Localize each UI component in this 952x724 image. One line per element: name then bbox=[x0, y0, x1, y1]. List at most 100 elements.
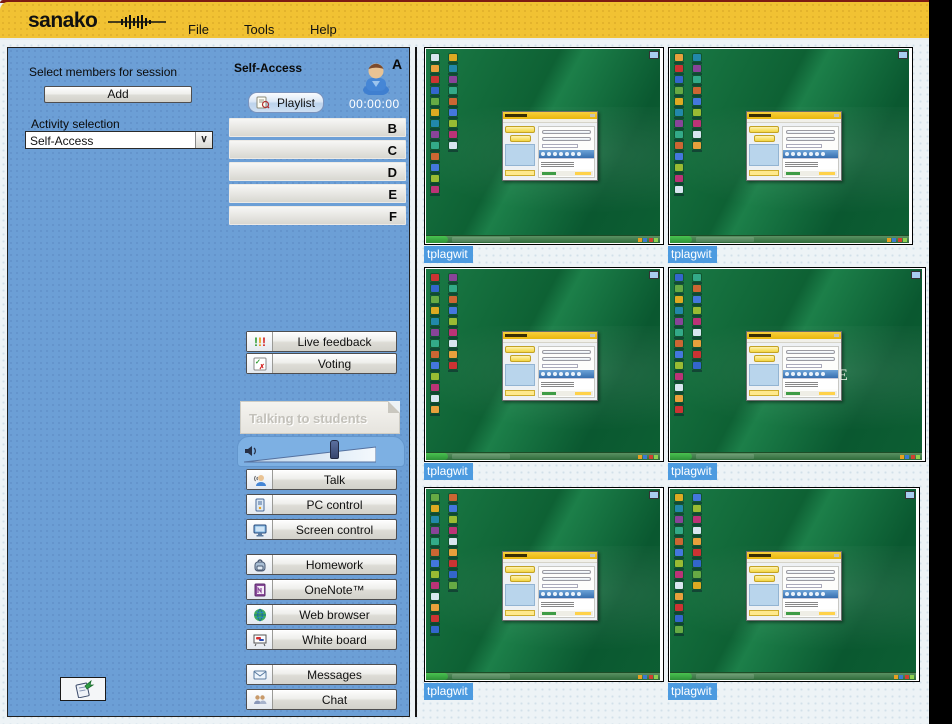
selection-indicator[interactable] bbox=[905, 491, 915, 499]
student-screen-thumbnail[interactable]: E bbox=[668, 267, 926, 462]
student-name-label[interactable]: tplagwit bbox=[424, 246, 473, 263]
session-row-b[interactable]: B bbox=[229, 118, 406, 137]
student-desktop: E bbox=[670, 269, 922, 460]
start-button-mini bbox=[670, 453, 692, 460]
playlist-label: Playlist bbox=[277, 96, 315, 110]
playlist-button[interactable]: Playlist bbox=[248, 92, 324, 113]
session-row-d[interactable]: D bbox=[229, 162, 406, 181]
svg-text:!: ! bbox=[262, 335, 266, 349]
start-button-mini bbox=[426, 673, 448, 680]
menu-tools[interactable]: Tools bbox=[244, 22, 274, 37]
selection-indicator[interactable] bbox=[649, 271, 659, 279]
student-desktop bbox=[426, 269, 660, 460]
desktop-icons-column bbox=[693, 54, 701, 149]
desktop-icons-column bbox=[693, 274, 701, 369]
student-screen-cell: tplagwit bbox=[668, 47, 913, 263]
session-timer: 00:00:00 bbox=[349, 97, 400, 111]
student-screen-thumbnail[interactable] bbox=[424, 47, 664, 245]
student-screen-cell: tplagwit bbox=[424, 267, 664, 480]
mini-window-titlebar bbox=[747, 112, 841, 119]
mini-taskbar bbox=[426, 235, 660, 243]
volume-slider-thumb[interactable] bbox=[330, 440, 339, 459]
student-screen-cell: tplagwit bbox=[424, 487, 664, 700]
envelope-icon bbox=[253, 668, 267, 682]
student-name-label[interactable]: tplagwit bbox=[668, 463, 717, 480]
menu-file[interactable]: File bbox=[188, 22, 209, 37]
talk-button[interactable]: Talk bbox=[246, 469, 397, 490]
student-app-window bbox=[746, 111, 842, 181]
mini-window-titlebar bbox=[503, 552, 597, 559]
whiteboard-icon bbox=[253, 633, 267, 647]
session-row-e[interactable]: E bbox=[229, 184, 406, 203]
mini-window-menubar bbox=[503, 559, 597, 563]
student-name-label[interactable]: tplagwit bbox=[668, 683, 717, 700]
mini-window-recorder-pane bbox=[538, 126, 595, 178]
desktop-icons-column bbox=[675, 274, 683, 413]
session-row-c[interactable]: C bbox=[229, 140, 406, 159]
selection-indicator[interactable] bbox=[649, 51, 659, 59]
screen-control-button[interactable]: Screen control bbox=[246, 519, 397, 540]
desktop-icons-column bbox=[675, 54, 683, 193]
chat-button[interactable]: Chat bbox=[246, 689, 397, 710]
activity-dropdown[interactable]: Self-Access ∨ bbox=[25, 131, 213, 149]
homework-button[interactable]: Homework bbox=[246, 554, 397, 575]
student-avatar-icon[interactable] bbox=[358, 61, 394, 95]
start-button-mini bbox=[670, 673, 692, 680]
talk-icon bbox=[253, 473, 267, 487]
system-tray-mini bbox=[638, 675, 659, 679]
volume-track[interactable] bbox=[244, 445, 376, 464]
web-browser-button[interactable]: Web browser bbox=[246, 604, 397, 625]
session-row-f[interactable]: F bbox=[229, 206, 406, 225]
mini-window-menubar bbox=[503, 339, 597, 343]
student-desktop bbox=[670, 49, 909, 243]
talking-status-pad: Talking to students bbox=[240, 401, 400, 434]
chevron-down-icon[interactable]: ∨ bbox=[195, 132, 212, 148]
student-screen-cell: tplagwit bbox=[424, 47, 664, 263]
messages-button[interactable]: Messages bbox=[246, 664, 397, 685]
live-feedback-button[interactable]: ! ! ! Live feedback bbox=[246, 331, 397, 352]
white-board-button[interactable]: White board bbox=[246, 629, 397, 650]
desktop-icons-column bbox=[431, 494, 439, 633]
system-tray-mini bbox=[638, 455, 659, 459]
student-desktop bbox=[426, 489, 660, 680]
student-name-label[interactable]: tplagwit bbox=[668, 246, 717, 263]
student-desktop bbox=[426, 49, 660, 243]
student-app-window bbox=[746, 551, 842, 621]
onenote-button[interactable]: OneNote™ bbox=[246, 579, 397, 600]
mini-window-titlebar bbox=[503, 112, 597, 119]
selection-indicator[interactable] bbox=[649, 491, 659, 499]
backpack-icon bbox=[253, 558, 267, 572]
selection-indicator[interactable] bbox=[911, 271, 921, 279]
system-tray-mini bbox=[887, 238, 908, 242]
mini-window-recorder-pane bbox=[538, 566, 595, 618]
playlist-icon bbox=[256, 96, 270, 110]
onenote-icon bbox=[253, 583, 267, 597]
selection-indicator[interactable] bbox=[898, 51, 908, 59]
folded-corner bbox=[388, 401, 400, 413]
student-app-window bbox=[502, 111, 598, 181]
add-button[interactable]: Add bbox=[44, 86, 192, 103]
mini-window-left-pane bbox=[505, 346, 535, 398]
menu-help[interactable]: Help bbox=[310, 22, 337, 37]
control-panel: Select members for session Add Activity … bbox=[7, 47, 410, 717]
volume-slider-panel bbox=[237, 436, 405, 467]
student-app-window bbox=[746, 331, 842, 401]
desktop-icons-column bbox=[449, 54, 457, 149]
desktop-icons-column bbox=[693, 494, 701, 589]
pc-control-button[interactable]: PC control bbox=[246, 494, 397, 515]
student-screen-thumbnail[interactable] bbox=[424, 487, 664, 682]
voting-button[interactable]: ✓ ✗ Voting bbox=[246, 353, 397, 374]
student-screen-thumbnail[interactable] bbox=[668, 487, 920, 682]
people-icon bbox=[253, 693, 267, 707]
mini-window-left-pane bbox=[749, 346, 779, 398]
session-activity-title: Self-Access bbox=[234, 61, 302, 75]
student-name-label[interactable]: tplagwit bbox=[424, 463, 473, 480]
desktop-icons-column bbox=[449, 274, 457, 369]
student-screen-thumbnail[interactable] bbox=[424, 267, 664, 462]
waveform-icon bbox=[108, 14, 166, 30]
mini-taskbar bbox=[670, 452, 922, 460]
mini-taskbar bbox=[670, 672, 916, 680]
file-transfer-button[interactable] bbox=[60, 677, 106, 701]
student-screen-thumbnail[interactable] bbox=[668, 47, 913, 245]
student-name-label[interactable]: tplagwit bbox=[424, 683, 473, 700]
